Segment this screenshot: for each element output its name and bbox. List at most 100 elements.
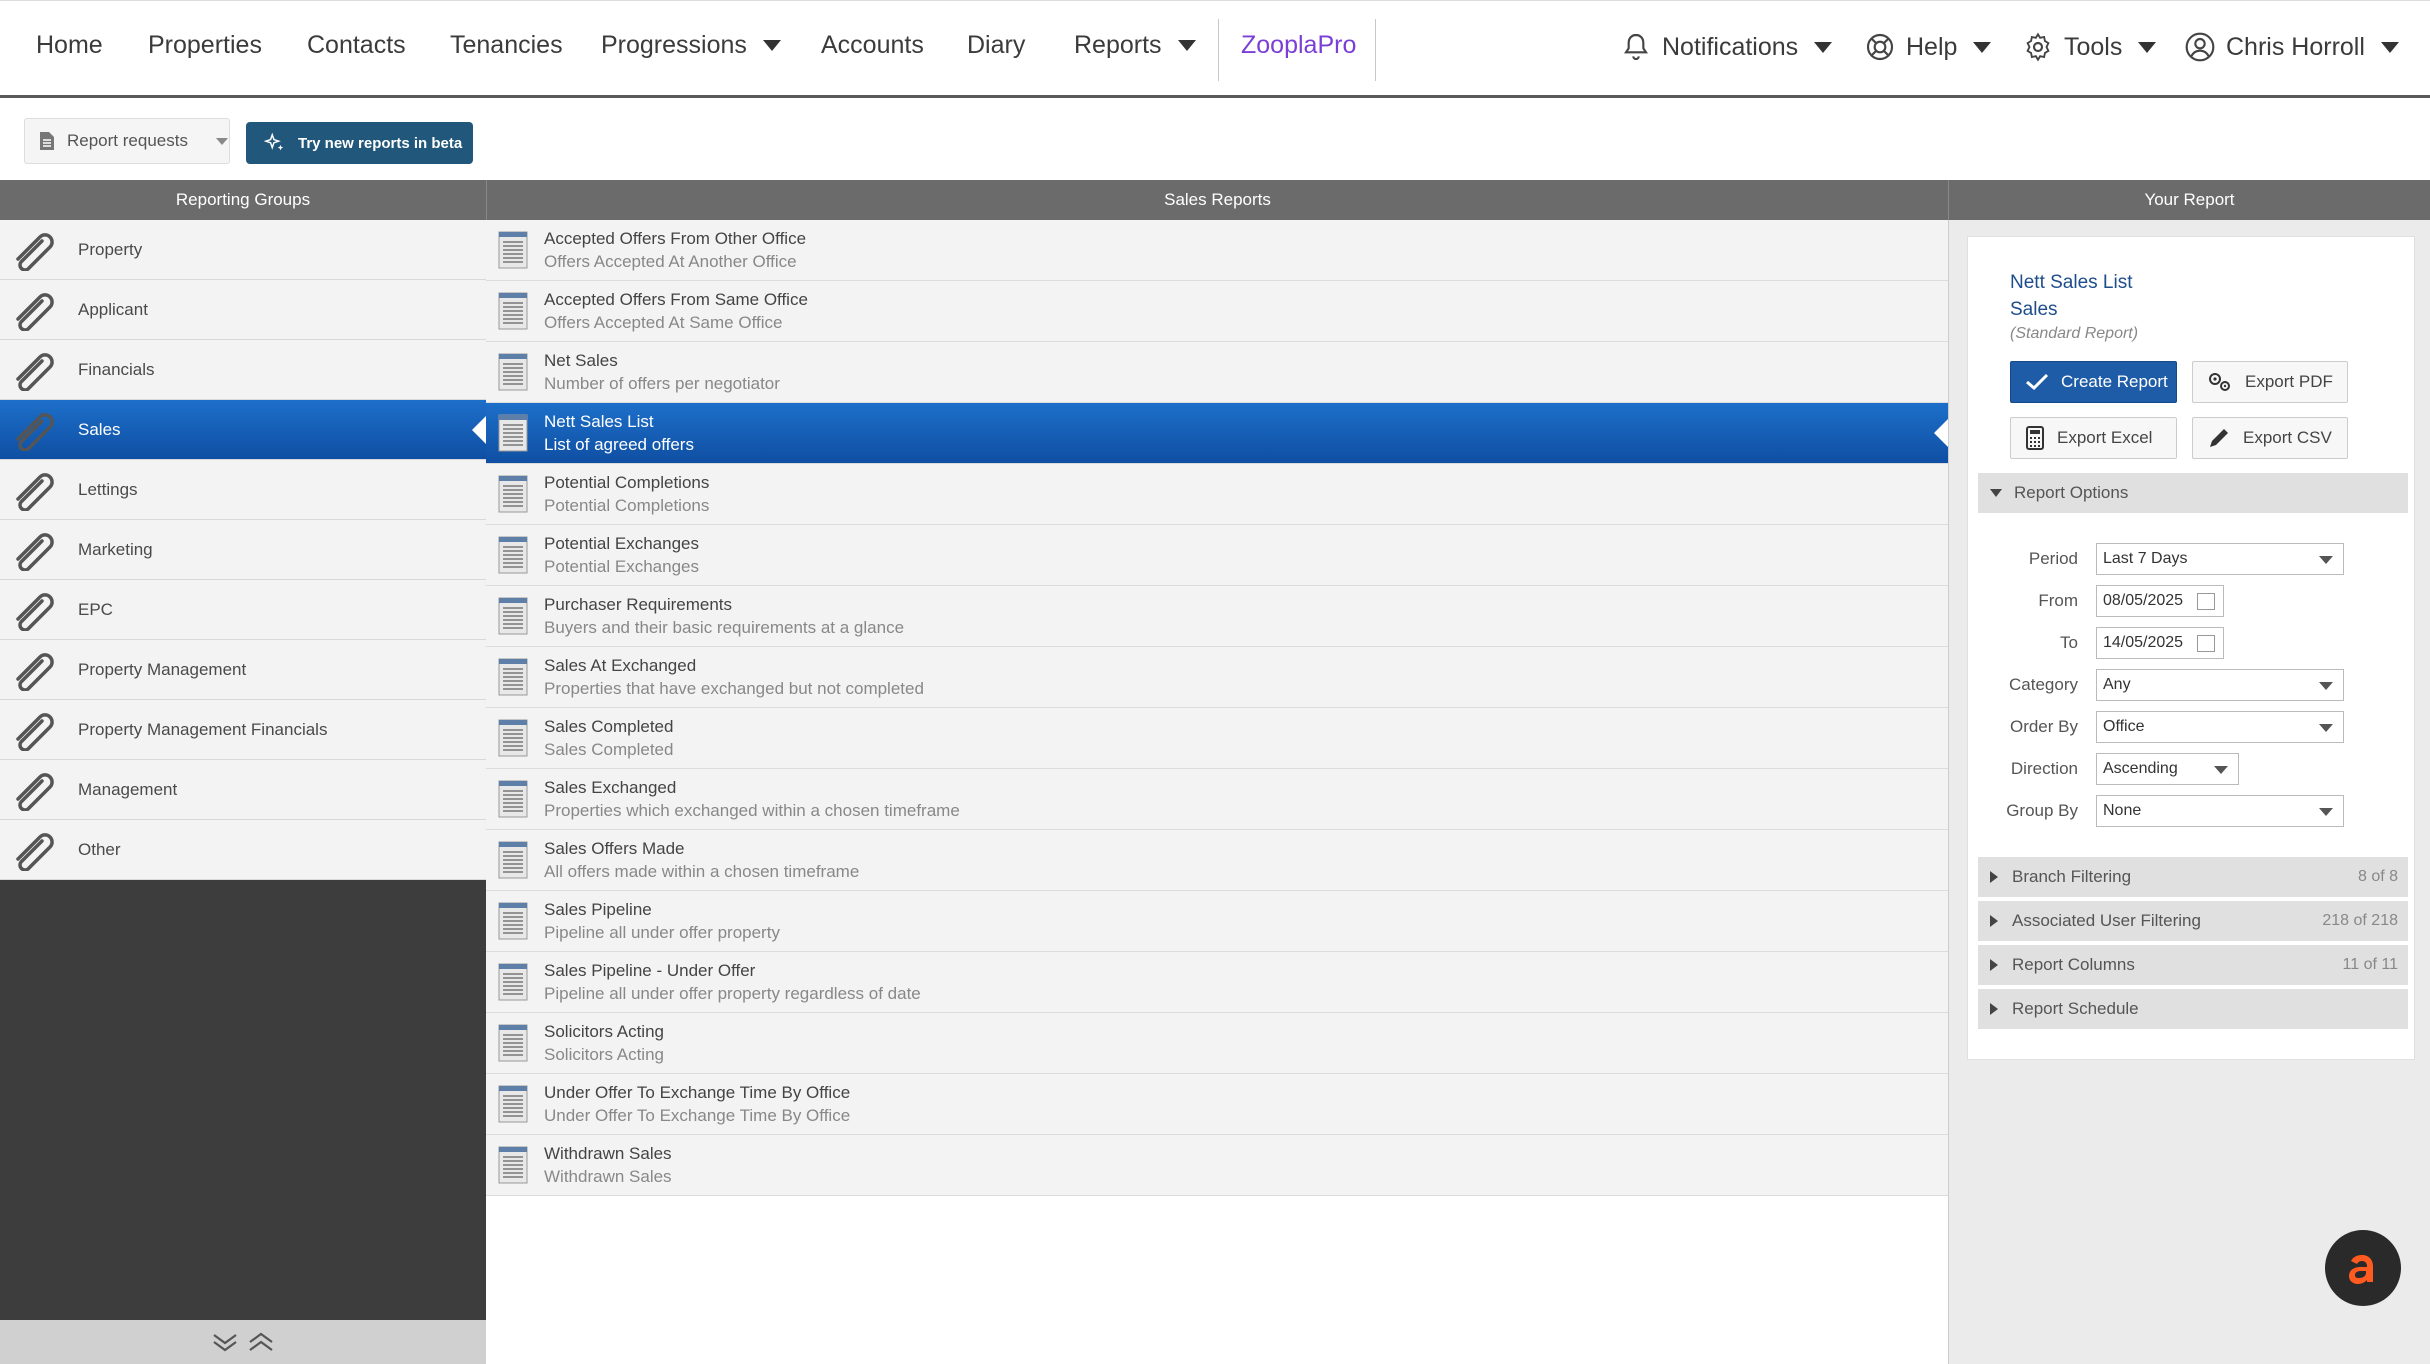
direction-select[interactable]: Ascending bbox=[2096, 753, 2239, 785]
report-schedule-toggle[interactable]: Report Schedule bbox=[1978, 989, 2408, 1029]
group-item-applicant[interactable]: Applicant bbox=[0, 280, 486, 340]
nav-help-label: Help bbox=[1906, 32, 1958, 61]
report-item[interactable]: Purchaser Requirements Buyers and their b… bbox=[486, 586, 1948, 647]
period-select[interactable]: Last 7 Days bbox=[2096, 543, 2344, 575]
calendar-icon[interactable] bbox=[2197, 593, 2215, 610]
create-report-button[interactable]: Create Report bbox=[2010, 361, 2177, 403]
nav-notifications[interactable]: Notifications bbox=[1620, 31, 1833, 63]
reporting-groups-title: Reporting Groups bbox=[175, 190, 311, 209]
chevron-down-icon bbox=[2319, 808, 2333, 816]
report-document-icon bbox=[498, 597, 528, 635]
report-item[interactable]: Sales Exchanged Properties which exchange… bbox=[486, 769, 1948, 830]
pencil-icon bbox=[2210, 429, 2228, 447]
group-item-management[interactable]: Management bbox=[0, 760, 486, 820]
sales-reports-header: Sales Reports bbox=[486, 180, 1948, 220]
group-item-lettings[interactable]: Lettings bbox=[0, 460, 486, 520]
caret-right-icon bbox=[1990, 915, 1998, 927]
report-item[interactable]: Accepted Offers From Same Office Offers A… bbox=[486, 281, 1948, 342]
to-label: To bbox=[2060, 633, 2078, 652]
section-count: 8 of 8 bbox=[2357, 868, 2398, 885]
group-item-property[interactable]: Property bbox=[0, 220, 486, 280]
paperclip-icon bbox=[16, 472, 54, 511]
report-item[interactable]: Sales Completed Sales Completed bbox=[486, 708, 1948, 769]
report-columns-toggle[interactable]: Report Columns 11 of 11 bbox=[1978, 945, 2408, 985]
nav-reports[interactable]: Reports bbox=[1074, 31, 1196, 60]
group-item-property-management-financials[interactable]: Property Management Financials bbox=[0, 700, 486, 760]
order-by-select[interactable]: Office bbox=[2096, 711, 2344, 743]
branch-filtering-toggle[interactable]: Branch Filtering 8 of 8 bbox=[1978, 857, 2408, 897]
category-select[interactable]: Any bbox=[2096, 669, 2344, 701]
report-item[interactable]: Solicitors Acting Solicitors Acting bbox=[486, 1013, 1948, 1074]
section-label: Report Schedule bbox=[2012, 999, 2139, 1018]
nav-tools[interactable]: Tools bbox=[2022, 31, 2157, 63]
report-item[interactable]: Sales Pipeline Pipeline all under offer p… bbox=[486, 891, 1948, 952]
report-item[interactable]: Potential Exchanges Potential Exchanges bbox=[486, 525, 1948, 586]
report-item[interactable]: Sales At Exchanged Properties that have e… bbox=[486, 647, 1948, 708]
report-item[interactable]: Withdrawn Sales Withdrawn Sales bbox=[486, 1135, 1948, 1196]
report-item-text: Withdrawn Sales Withdrawn Sales bbox=[544, 1144, 672, 1187]
group-label: Financials bbox=[78, 359, 155, 379]
nav-home[interactable]: Home bbox=[36, 31, 103, 60]
from-date-input[interactable]: 08/05/2025 bbox=[2096, 585, 2224, 617]
group-item-financials[interactable]: Financials bbox=[0, 340, 486, 400]
report-document-icon bbox=[498, 963, 528, 1001]
report-item[interactable]: Sales Pipeline - Under Offer Pipeline all… bbox=[486, 952, 1948, 1013]
assistant-launcher-button[interactable] bbox=[2325, 1230, 2401, 1306]
group-label: Property Management bbox=[78, 659, 247, 679]
nav-tools-label: Tools bbox=[2064, 32, 2123, 61]
from-date-value: 08/05/2025 bbox=[2103, 592, 2184, 609]
nav-diary[interactable]: Diary bbox=[967, 31, 1025, 60]
report-item[interactable]: Accepted Offers From Other Office Offers … bbox=[486, 220, 1948, 281]
report-options-toggle[interactable]: Report Options bbox=[1978, 473, 2408, 513]
nav-tenancies[interactable]: Tenancies bbox=[450, 31, 563, 60]
group-label: Management bbox=[78, 779, 178, 799]
document-icon bbox=[40, 132, 54, 150]
group-item-epc[interactable]: EPC bbox=[0, 580, 486, 640]
nav-user-menu[interactable]: Chris Horroll bbox=[2184, 31, 2399, 63]
try-beta-reports-button[interactable]: Try new reports in beta bbox=[246, 122, 473, 164]
report-item[interactable]: Nett Sales List List of agreed offers bbox=[486, 403, 1948, 464]
report-document-icon bbox=[498, 414, 528, 452]
report-description: Offers Accepted At Another Office bbox=[544, 251, 797, 271]
group-item-other[interactable]: Other bbox=[0, 820, 486, 880]
chevron-down-icon bbox=[1814, 41, 1833, 53]
report-item[interactable]: Sales Offers Made All offers made within … bbox=[486, 830, 1948, 891]
from-label: From bbox=[2038, 591, 2078, 610]
paperclip-icon bbox=[16, 232, 54, 271]
nav-help[interactable]: Help bbox=[1864, 31, 1992, 63]
order-by-value: Office bbox=[2103, 718, 2145, 735]
report-requests-dropdown[interactable]: Report requests bbox=[24, 118, 230, 164]
group-by-select[interactable]: None bbox=[2096, 795, 2344, 827]
to-date-input[interactable]: 14/05/2025 bbox=[2096, 627, 2224, 659]
chevron-down-icon bbox=[2319, 724, 2333, 732]
chevron-double-down-icon[interactable] bbox=[210, 1331, 240, 1353]
report-description: Buyers and their basic requirements at a… bbox=[544, 617, 905, 637]
group-item-property-management[interactable]: Property Management bbox=[0, 640, 486, 700]
report-item[interactable]: Net Sales Number of offers per negotiator bbox=[486, 342, 1948, 403]
nav-contacts[interactable]: Contacts bbox=[307, 31, 406, 60]
export-pdf-button[interactable]: Export PDF bbox=[2192, 361, 2348, 403]
calendar-icon[interactable] bbox=[2197, 635, 2215, 652]
group-label: EPC bbox=[78, 599, 113, 619]
report-item[interactable]: Potential Completions Potential Completio… bbox=[486, 464, 1948, 525]
export-csv-button[interactable]: Export CSV bbox=[2192, 417, 2348, 459]
report-item-text: Purchaser Requirements Buyers and their b… bbox=[544, 595, 904, 638]
report-item[interactable]: Under Offer To Exchange Time By Office Un… bbox=[486, 1074, 1948, 1135]
category-value: Any bbox=[2103, 676, 2131, 693]
create-report-label: Create Report bbox=[2061, 372, 2168, 391]
nav-properties[interactable]: Properties bbox=[148, 31, 262, 60]
group-item-marketing[interactable]: Marketing bbox=[0, 520, 486, 580]
nav-accounts[interactable]: Accounts bbox=[821, 31, 924, 60]
group-label: Sales bbox=[78, 419, 121, 439]
nav-zooplapro[interactable]: ZooplaPro bbox=[1241, 31, 1356, 60]
chevron-down-icon bbox=[2319, 682, 2333, 690]
chevron-double-up-icon[interactable] bbox=[246, 1331, 276, 1353]
associated-user-filtering-toggle[interactable]: Associated User Filtering 218 of 218 bbox=[1978, 901, 2408, 941]
nav-progressions[interactable]: Progressions bbox=[601, 31, 781, 60]
report-heading: Nett Sales List Sales bbox=[2010, 269, 2133, 323]
export-excel-button[interactable]: Export Excel bbox=[2010, 417, 2177, 459]
report-document-icon bbox=[498, 292, 528, 330]
chevron-down-icon bbox=[2214, 766, 2228, 774]
sparkle-icon bbox=[264, 132, 284, 151]
group-item-sales[interactable]: Sales bbox=[0, 400, 486, 460]
